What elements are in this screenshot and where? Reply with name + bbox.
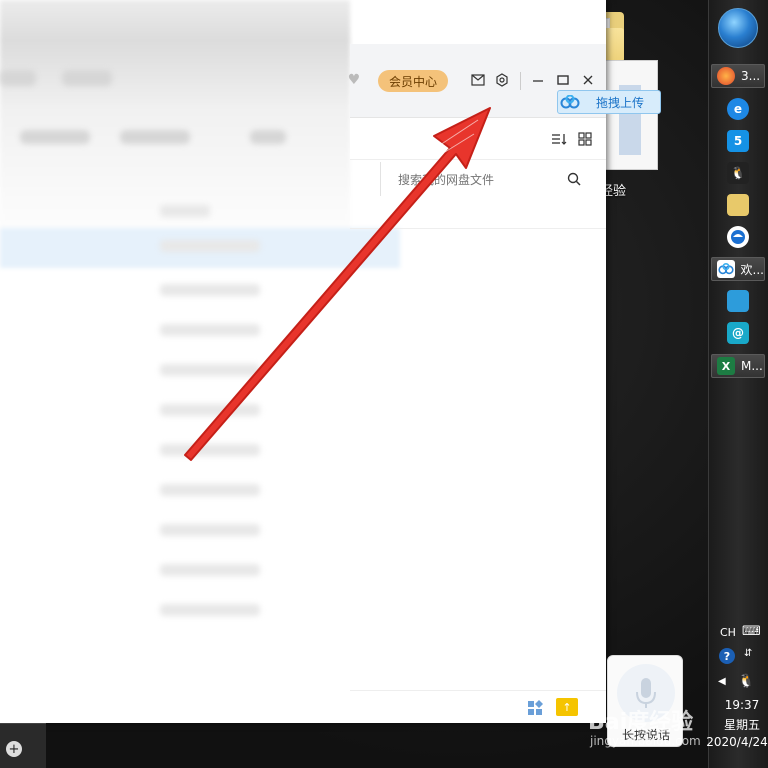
watermark-url: jingyan.baidu.com [590,734,701,748]
grid-view-icon[interactable] [576,130,594,148]
blurred-row [160,205,210,217]
blurred-row [160,524,260,536]
upload-folder-icon[interactable]: ↑ [556,698,578,716]
heart-icon[interactable]: ♥ [346,72,362,88]
blurred-bar [120,130,190,144]
language-indicator[interactable]: CH [720,626,736,639]
taskbar-item-label: 3... [741,69,761,83]
qq-tray-icon[interactable]: 🐧 [738,674,754,689]
search-icon[interactable] [566,171,582,187]
blurred-row [160,564,260,576]
browser-icon[interactable] [727,226,749,248]
search-input[interactable] [398,170,558,190]
close-icon[interactable] [580,72,596,88]
desktop-document-icon[interactable] [602,60,658,170]
blurred-row [160,240,260,252]
blurred-row [160,364,260,376]
blurred-bar [250,130,286,144]
baidu-netdisk-logo-icon [558,91,582,113]
clock-day[interactable]: 星期五 [718,716,766,733]
blurred-bar [62,70,112,86]
blurred-row [160,284,260,296]
keyboard-icon[interactable]: ⌨ [742,624,761,639]
blurred-row [160,444,260,456]
watermark: Bai度经验 [588,710,694,735]
blurred-bar [0,70,36,86]
taskbar-item-firefox[interactable]: 3... [711,64,765,88]
blurred-bar [20,130,90,144]
mail-icon[interactable] [470,72,486,88]
apps-icon[interactable] [526,699,544,717]
blurred-row [160,404,260,416]
help-icon[interactable]: ? [719,648,735,664]
app-5-icon[interactable]: 5 [727,130,749,152]
firefox-icon [717,67,735,85]
gear-icon[interactable] [494,72,510,88]
divider [350,228,606,229]
sort-icon[interactable] [550,130,568,148]
excel-icon: X [717,357,735,375]
taskbar-item-label: M... [741,359,763,373]
minimize-icon[interactable] [530,72,546,88]
taskbar-item-netdisk[interactable]: 欢... [711,257,765,281]
baidu-netdisk-icon [717,260,735,278]
drag-upload-button[interactable]: 拖拽上传 [557,90,661,114]
clock-time[interactable]: 19:37 [718,698,766,712]
tray-left-arrow-icon[interactable]: ◀ [718,676,726,687]
bottom-left-panel: + [0,723,46,768]
edge-icon[interactable]: e [727,98,749,120]
blurred-row [160,604,260,616]
blurred-row [160,324,260,336]
mail-client-icon[interactable]: @ [727,322,749,344]
explorer-icon[interactable] [727,194,749,216]
taskbar-item-label: 欢... [740,262,764,277]
maximize-icon[interactable] [555,72,571,88]
image-viewer-icon[interactable] [727,290,749,312]
start-button[interactable] [718,8,758,48]
taskbar-item-excel[interactable]: X M... [711,354,765,378]
vip-center-button[interactable]: 会员中心 [378,70,448,92]
title-separator [520,72,521,90]
tray-expand-icon[interactable]: ⇵ [744,648,752,659]
add-icon[interactable]: + [6,741,22,757]
blurred-row [160,484,260,496]
qq-icon[interactable]: 🐧 [727,162,749,184]
drag-upload-label: 拖拽上传 [596,95,645,110]
clock-date[interactable]: 2020/4/24 [706,735,768,749]
